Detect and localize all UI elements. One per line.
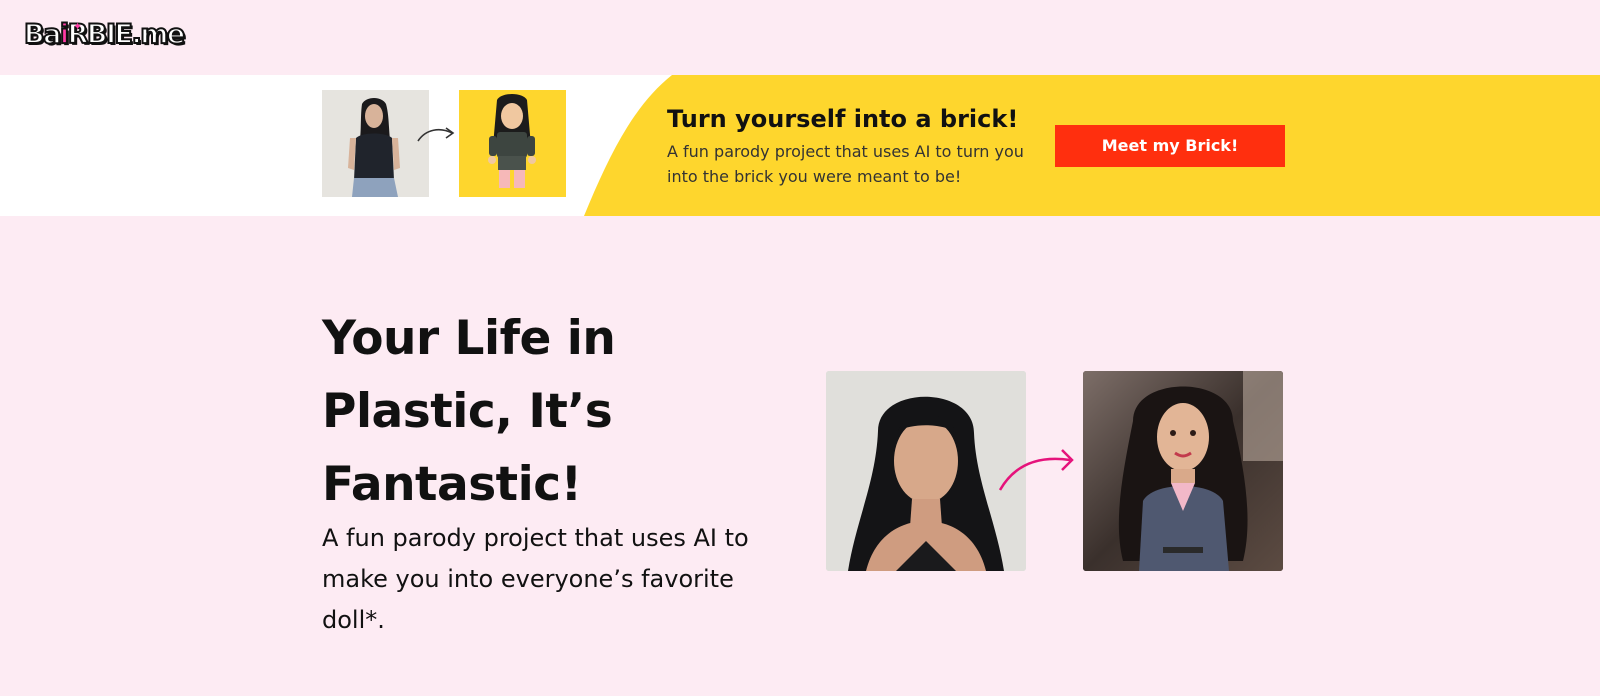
hero-description: A fun parody project that uses AI to mak… <box>322 524 749 634</box>
promo-banner: Turn yourself into a brick! A fun parody… <box>0 75 1600 216</box>
banner-description: A fun parody project that uses AI to tur… <box>667 142 1024 186</box>
banner-brick-thumb <box>459 90 566 197</box>
logo[interactable]: BaiRBIE.me ✦ <box>23 18 187 52</box>
meet-my-brick-button[interactable]: Meet my Brick! <box>1055 125 1285 167</box>
portrait-photo-icon <box>826 371 1026 571</box>
brick-figure-icon <box>459 90 566 197</box>
hero-title: Your Life in Plastic, It’s Fantastic! <box>322 311 616 512</box>
hero-after-photo <box>1083 371 1283 571</box>
logo-part-2: i <box>59 18 70 51</box>
banner-photo-thumb <box>322 90 429 197</box>
hero-before-photo <box>826 371 1026 571</box>
site-header: BaiRBIE.me ✦ <box>0 0 1600 75</box>
doll-portrait-icon <box>1083 371 1283 571</box>
logo-part-1: Ba <box>23 18 62 51</box>
curved-arrow-icon <box>417 127 455 142</box>
logo-part-3: RBIE.me <box>67 18 187 51</box>
photo-woman-icon <box>322 90 429 197</box>
sparkle-icon: ✦ <box>73 20 82 33</box>
pink-curved-arrow-icon <box>998 449 1074 491</box>
banner-title: Turn yourself into a brick! <box>667 105 1019 133</box>
